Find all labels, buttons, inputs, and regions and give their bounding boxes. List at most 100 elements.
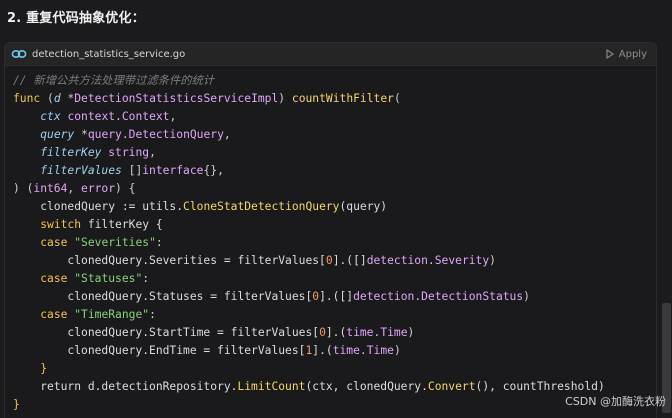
code-token: detection	[353, 290, 415, 303]
code-token: clonedQuery := utils.	[13, 200, 184, 213]
code-token: )	[523, 290, 530, 303]
code-line: case "TimeRange":	[13, 306, 656, 324]
code-token: ,	[67, 182, 82, 195]
code-token: }	[13, 398, 20, 411]
code-token: countWithFilter	[291, 92, 394, 105]
code-token: CloneStatDetectionQuery	[183, 200, 340, 213]
watermark: CSDN @加酶洗衣粉	[565, 395, 666, 408]
code-token: detection	[366, 254, 428, 267]
code-token: ctx	[40, 110, 61, 123]
code-token: 0	[325, 254, 333, 267]
code-content: // 新增公共方法处理带过滤条件的统计 func (d *DetectionSta…	[5, 66, 656, 414]
code-token: 0	[319, 326, 326, 339]
file-info: detection_statistics_service.go	[11, 48, 185, 60]
code-token: string	[108, 146, 150, 159]
code-token: ) {	[115, 182, 136, 195]
code-token: ,	[149, 146, 156, 159]
code-token: )	[407, 326, 415, 339]
code-token: {},	[203, 164, 224, 177]
code-token: "Statuses"	[74, 272, 143, 285]
code-token: (query)	[339, 200, 388, 213]
go-file-icon	[11, 48, 27, 60]
code-token: query	[40, 128, 75, 141]
code-token: )	[393, 344, 401, 357]
code-token: )	[278, 92, 292, 105]
code-token: .	[121, 128, 129, 141]
code-token: Severity	[434, 254, 490, 267]
code-token: Convert	[427, 380, 476, 393]
code-token: DetectionStatus	[421, 290, 524, 303]
code-token: ].(	[312, 344, 333, 357]
code-token: (	[40, 92, 54, 105]
code-token: :	[142, 272, 150, 285]
code-token: d	[53, 92, 61, 105]
play-icon	[606, 49, 614, 59]
code-line: clonedQuery.Statuses = filterValues[0].(…	[13, 288, 656, 306]
code-token: // 新增公共方法处理带过滤条件的统计	[13, 74, 215, 87]
code-token: *	[60, 92, 75, 105]
code-token: .	[427, 254, 435, 267]
code-token: "Severities"	[74, 236, 156, 249]
code-token: Context	[121, 110, 170, 123]
code-token: )	[489, 254, 496, 267]
code-line: func (d *DetectionStatisticsServiceImpl)…	[13, 90, 656, 108]
code-token: filterKey {	[81, 218, 163, 231]
code-token: time	[346, 326, 374, 339]
code-token: ].(	[325, 326, 347, 339]
section-heading: 2. 重复代码抽象优化：	[7, 11, 145, 26]
code-line: }	[13, 360, 656, 378]
code-token: .	[115, 110, 122, 123]
code-token: Time	[380, 326, 408, 339]
apply-label: Apply	[618, 48, 647, 60]
code-token: clonedQuery.EndTime = filterValues[	[13, 344, 306, 357]
code-token: (), countThreshold)	[475, 380, 605, 393]
code-token: query	[87, 128, 122, 141]
code-line: filterValues []interface{},	[13, 162, 656, 180]
code-token: .	[359, 344, 367, 357]
code-token: "TimeRange"	[74, 308, 150, 321]
code-line: switch filterKey {	[13, 216, 656, 234]
code-token: filterKey	[40, 146, 102, 159]
code-block: detection_statistics_service.go Apply //…	[4, 42, 657, 418]
code-token: clonedQuery.StartTime = filterValues[	[13, 326, 320, 339]
code-token: :	[149, 308, 156, 321]
code-line: case "Severities":	[13, 234, 656, 252]
file-name: detection_statistics_service.go	[32, 48, 186, 60]
code-token: ,	[169, 110, 177, 123]
code-token: }	[13, 362, 48, 375]
code-token: clonedQuery.Severities = filterValues[	[13, 254, 326, 267]
code-line: clonedQuery.Severities = filterValues[0]…	[13, 252, 656, 270]
apply-button[interactable]: Apply	[606, 49, 647, 60]
code-token: DetectionStatisticsServiceImpl	[74, 92, 279, 105]
code-line: return d.detectionRepository.LimitCount(…	[13, 378, 656, 396]
code-token: (ctx, clonedQuery.	[305, 380, 428, 393]
code-token: DetectionQuery	[128, 128, 224, 141]
code-line: ctx context.Context,	[13, 108, 656, 126]
code-line: query *query.DetectionQuery,	[13, 126, 656, 144]
code-token: ].([]	[319, 290, 354, 303]
code-line: case "Statuses":	[13, 270, 656, 288]
code-line: ) (int64, error) {	[13, 180, 656, 198]
code-line: // 新增公共方法处理带过滤条件的统计	[13, 72, 656, 90]
code-token: Time	[366, 344, 394, 357]
code-token: func	[13, 92, 41, 105]
code-token: clonedQuery.Statuses = filterValues[	[13, 290, 313, 303]
code-token: int64	[33, 182, 68, 195]
code-token: *	[74, 128, 88, 141]
code-token: (	[393, 92, 401, 105]
code-token: case	[40, 308, 68, 321]
code-token: :	[155, 236, 163, 249]
code-token: case	[40, 236, 68, 249]
code-token: error	[81, 182, 116, 195]
code-token: []	[121, 164, 143, 177]
code-token: ) (	[13, 182, 34, 195]
code-line: clonedQuery := utils.CloneStatDetectionQ…	[13, 198, 656, 216]
code-line: filterKey string,	[13, 144, 656, 162]
